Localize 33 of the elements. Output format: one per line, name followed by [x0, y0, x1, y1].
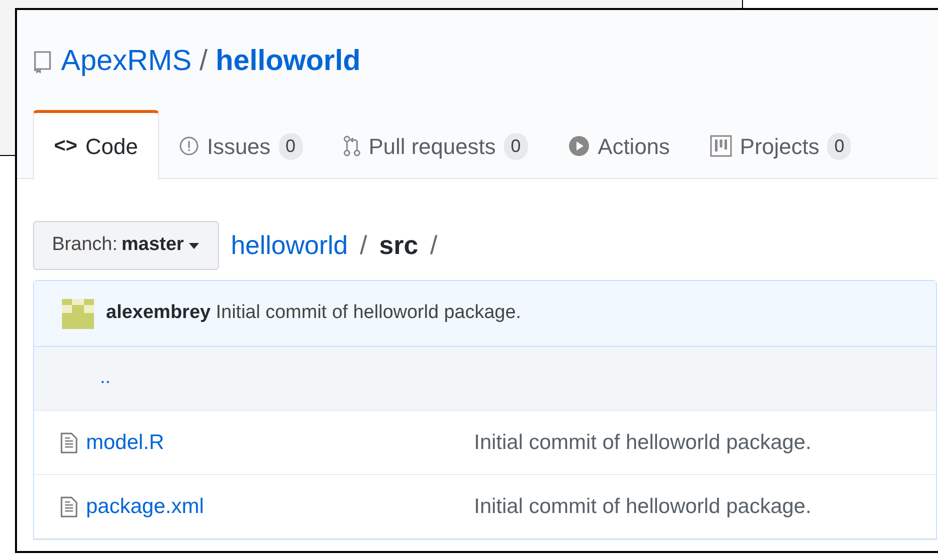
path-separator: /	[200, 44, 208, 80]
repo-tab[interactable]: Actions	[548, 110, 690, 179]
file-icon	[60, 432, 78, 454]
breadcrumb-folder: src	[379, 229, 418, 262]
commit-message: Initial commit of helloworld package.	[474, 430, 812, 456]
branch-select-button[interactable]: Branch: master	[33, 221, 219, 270]
count-badge: 0	[278, 132, 303, 160]
repo-tab[interactable]: <> Code	[33, 110, 159, 179]
breadcrumb-link[interactable]: helloworld	[230, 226, 348, 265]
count-badge: 0	[504, 132, 528, 160]
repo-tab[interactable]: Projects 0	[690, 110, 872, 179]
repo-tab[interactable]: Pull requests 0	[322, 110, 548, 179]
breadcrumb-separator: /	[430, 229, 438, 262]
parent-directory-link[interactable]: ..	[100, 364, 111, 393]
book-icon	[33, 50, 53, 74]
breadcrumb-separator: /	[360, 229, 368, 262]
commit-author[interactable]: alexembrey	[106, 302, 211, 324]
file-icon	[60, 496, 78, 518]
pull-request-icon	[342, 135, 361, 157]
commit-message: Initial commit of helloworld package.	[474, 494, 812, 520]
play-icon	[568, 135, 590, 157]
avatar-icon	[62, 298, 94, 328]
exclamation-circle-icon	[178, 136, 199, 156]
board-icon	[710, 135, 732, 157]
repo-name-link[interactable]: helloworld	[216, 40, 361, 84]
caret-icon	[188, 242, 200, 250]
owner-link[interactable]: ApexRMS	[61, 40, 192, 84]
file-link[interactable]: package.xml	[86, 490, 204, 522]
count-badge: 0	[827, 132, 852, 160]
code-icon: <>	[54, 131, 78, 161]
file-link[interactable]: model.R	[86, 426, 164, 458]
repo-tab[interactable]: Issues 0	[158, 110, 323, 179]
commit-message: Initial commit of helloworld package.	[216, 302, 522, 324]
